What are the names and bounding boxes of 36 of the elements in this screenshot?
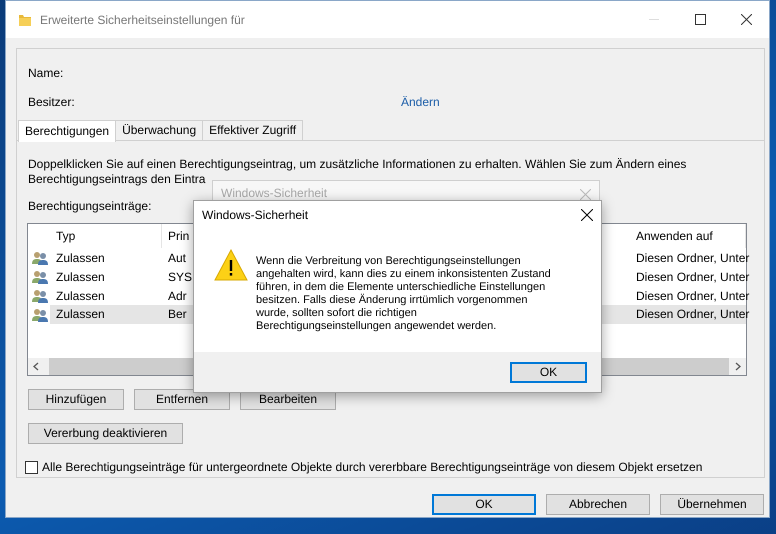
replace-checkbox[interactable]	[25, 460, 38, 474]
window-title: Erweiterte Sicherheitseinstellungen für	[40, 12, 246, 28]
maximize-icon[interactable]	[694, 14, 706, 25]
table-cell[interactable]: Zulassen	[50, 286, 162, 304]
change-owner-link[interactable]: Ändern	[401, 93, 440, 122]
folder-icon	[18, 12, 32, 26]
warning-icon	[214, 249, 248, 281]
dialog-button[interactable]: OK	[432, 494, 536, 515]
tab[interactable]: Berechtigungen	[18, 120, 116, 142]
entry-button[interactable]: Hinzufügen	[28, 389, 124, 410]
users-icon	[32, 288, 48, 302]
table-cell[interactable]: Zulassen	[50, 305, 162, 324]
entries-label: Berechtigungseinträge:	[28, 198, 152, 215]
warning-message: Wenn die Verbreitung von Berechtigungseinstellungen angehalten wird, kann dies zu einem inkonsistenten Zustand führen, in dem die Elemente unterschiedliche Einstellungen besitzen. Falls diese Änderung irrtümlich vorgenommen wurde, sollten sofort die richtigen Berechtigungseinstellungen angewendet werden.	[256, 254, 551, 334]
dialog-button[interactable]: Abbrechen	[546, 494, 650, 515]
close-icon[interactable]	[581, 209, 593, 221]
description-text: Doppelklicken Sie auf einen Berechtigungseintrag, um zusätzliche Informationen zu erhalten. Wählen Sie zum Ändern eines Berechtigungseintrags den Eintra	[27, 156, 688, 187]
column-header[interactable]: Typ	[50, 224, 162, 248]
dialog-button[interactable]: Übernehmen	[660, 494, 764, 515]
users-icon	[32, 308, 48, 322]
users-icon	[32, 250, 48, 264]
table-cell[interactable]: Zulassen	[50, 268, 162, 286]
replace-checkbox-label: Alle Berechtigungseinträge für untergeordnete Objekte durch vererbbare Berechtigungseinträge von diesem Objekt ersetzen	[42, 459, 702, 476]
tab[interactable]: Effektiver Zugriff	[202, 120, 304, 140]
ok-button[interactable]: OK	[510, 362, 587, 382]
entry-button[interactable]: Entfernen	[134, 389, 230, 410]
users-icon	[32, 270, 48, 284]
dialog-title: Windows-Sicherheit	[202, 207, 310, 224]
name-label: Name:	[28, 65, 64, 82]
close-icon[interactable]	[740, 14, 752, 25]
column-header[interactable]: Anwenden auf	[630, 224, 746, 248]
table-cell[interactable]: Zulassen	[50, 248, 162, 266]
close-icon	[580, 189, 591, 200]
background-dialog-title: Windows-Sicherheit	[221, 185, 328, 202]
owner-label: Besitzer:	[28, 94, 76, 111]
disable-inheritance-button[interactable]: Vererbung deaktivieren	[28, 423, 183, 444]
